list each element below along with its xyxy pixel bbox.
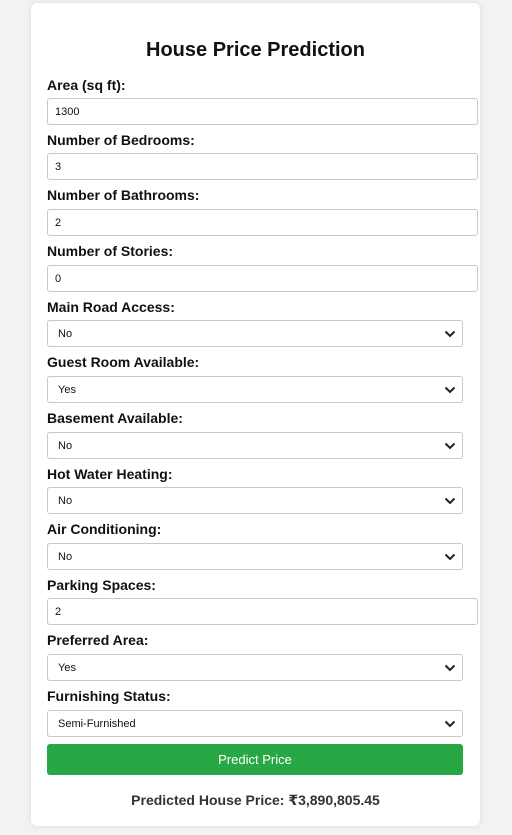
bedrooms-value: 3 bbox=[55, 160, 62, 173]
bedrooms-input[interactable]: 3 bbox=[47, 153, 478, 180]
basement-value: No bbox=[58, 439, 73, 452]
aircon-label: Air Conditioning: bbox=[47, 521, 162, 537]
area-input[interactable]: 1300 bbox=[47, 98, 478, 125]
aircon-value: No bbox=[58, 550, 73, 563]
furnishing-select[interactable]: Semi-Furnished bbox=[47, 710, 463, 737]
area-label: Area (sq ft): bbox=[47, 77, 126, 93]
prefarea-label: Preferred Area: bbox=[47, 632, 149, 648]
chevron-down-icon bbox=[444, 497, 456, 505]
basement-select[interactable]: No bbox=[47, 432, 463, 459]
bedrooms-label: Number of Bedrooms: bbox=[47, 132, 195, 148]
chevron-down-icon bbox=[444, 442, 456, 450]
prediction-form-card: House Price Prediction Area (sq ft): 130… bbox=[31, 3, 480, 826]
furnishing-value: Semi-Furnished bbox=[58, 717, 136, 730]
chevron-down-icon bbox=[444, 330, 456, 338]
chevron-down-icon bbox=[444, 720, 456, 728]
prefarea-select[interactable]: Yes bbox=[47, 654, 463, 681]
bathrooms-label: Number of Bathrooms: bbox=[47, 187, 200, 203]
guestroom-label: Guest Room Available: bbox=[47, 354, 200, 370]
mainroad-label: Main Road Access: bbox=[47, 299, 175, 315]
parking-input[interactable]: 2 bbox=[47, 598, 478, 625]
chevron-down-icon bbox=[444, 386, 456, 394]
stories-value: 0 bbox=[55, 272, 62, 285]
stories-label: Number of Stories: bbox=[47, 243, 174, 259]
furnishing-label: Furnishing Status: bbox=[47, 688, 171, 704]
predicted-price-text: Predicted House Price: ₹3,890,805.45 bbox=[131, 792, 380, 808]
basement-label: Basement Available: bbox=[47, 410, 183, 426]
bathrooms-value: 2 bbox=[55, 216, 62, 229]
bathrooms-input[interactable]: 2 bbox=[47, 209, 478, 236]
mainroad-value: No bbox=[58, 327, 73, 340]
stories-input[interactable]: 0 bbox=[47, 265, 478, 292]
parking-value: 2 bbox=[55, 605, 62, 618]
chevron-down-icon bbox=[444, 664, 456, 672]
chevron-down-icon bbox=[444, 553, 456, 561]
page-title: House Price Prediction bbox=[146, 39, 365, 61]
guestroom-select[interactable]: Yes bbox=[47, 376, 463, 403]
guestroom-value: Yes bbox=[58, 383, 76, 396]
hotwater-label: Hot Water Heating: bbox=[47, 466, 173, 482]
predict-button[interactable]: Predict Price bbox=[47, 744, 463, 775]
prefarea-value: Yes bbox=[58, 661, 76, 674]
parking-label: Parking Spaces: bbox=[47, 577, 156, 593]
aircon-select[interactable]: No bbox=[47, 543, 463, 570]
hotwater-value: No bbox=[58, 494, 73, 507]
mainroad-select[interactable]: No bbox=[47, 320, 463, 347]
area-value: 1300 bbox=[55, 105, 80, 118]
hotwater-select[interactable]: No bbox=[47, 487, 463, 514]
